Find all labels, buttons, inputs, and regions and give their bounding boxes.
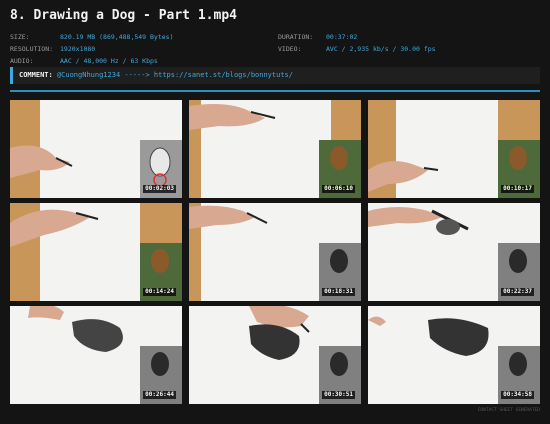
thumbnail[interactable]: 00:02:03 [10,100,182,198]
comment-link[interactable]: https://sanet.st/blogs/bonnytuts/ [154,71,293,79]
thumbnail[interactable]: 00:26:44 [10,306,182,404]
footer-text: CONTACT SHEET GENERATED [477,408,540,413]
comment-label: COMMENT: [19,71,53,79]
timestamp: 00:34:58 [501,391,534,399]
size-label: SIZE: [10,33,30,41]
timestamp: 00:06:10 [322,185,355,193]
thumbnail[interactable]: 00:18:31 [189,203,361,301]
video-title: 8. Drawing a Dog - Part 1.mp4 [10,8,237,23]
thumbnail[interactable]: 00:10:17 [368,100,540,198]
divider [10,90,540,92]
thumbnail[interactable]: 00:22:37 [368,203,540,301]
resolution-value: 1920x1080 [60,45,96,53]
comment-arrow: -----> [124,71,150,79]
timestamp: 00:14:24 [143,288,176,296]
size-value: 820.19 MB (869,488,549 Bytes) [60,33,174,41]
timestamp: 00:10:17 [501,185,534,193]
timestamp: 00:26:44 [143,391,176,399]
thumbnail-grid: 00:02:03 00:06:10 00:10:17 00:14:24 00:1… [10,100,540,404]
duration-value: 00:37:02 [326,33,358,41]
meta-right: DURATION: 00:37:02 VIDEO: AVC / 2,935 kb/s… [278,31,436,55]
video-label: VIDEO: [278,45,302,53]
timestamp: 00:02:03 [143,185,176,193]
comment-bar: COMMENT: @CuongNhung1234 -----> https://… [10,67,540,84]
timestamp: 00:18:31 [322,288,355,296]
resolution-label: RESOLUTION: [10,45,54,53]
comment-user[interactable]: @CuongNhung1234 [57,71,120,79]
thumbnail[interactable]: 00:06:10 [189,100,361,198]
timestamp: 00:30:51 [322,391,355,399]
thumbnail[interactable]: 00:30:51 [189,306,361,404]
thumbnail[interactable]: 00:14:24 [10,203,182,301]
meta-left: SIZE: 820.19 MB (869,488,549 Bytes) RESOL… [10,31,174,67]
audio-value: AAC / 48,000 Hz / 63 Kbps [60,57,158,65]
video-value: AVC / 2,935 kb/s / 30.00 fps [326,45,436,53]
audio-label: AUDIO: [10,57,34,65]
timestamp: 00:22:37 [501,288,534,296]
duration-label: DURATION: [278,33,314,41]
thumbnail[interactable]: 00:34:58 [368,306,540,404]
